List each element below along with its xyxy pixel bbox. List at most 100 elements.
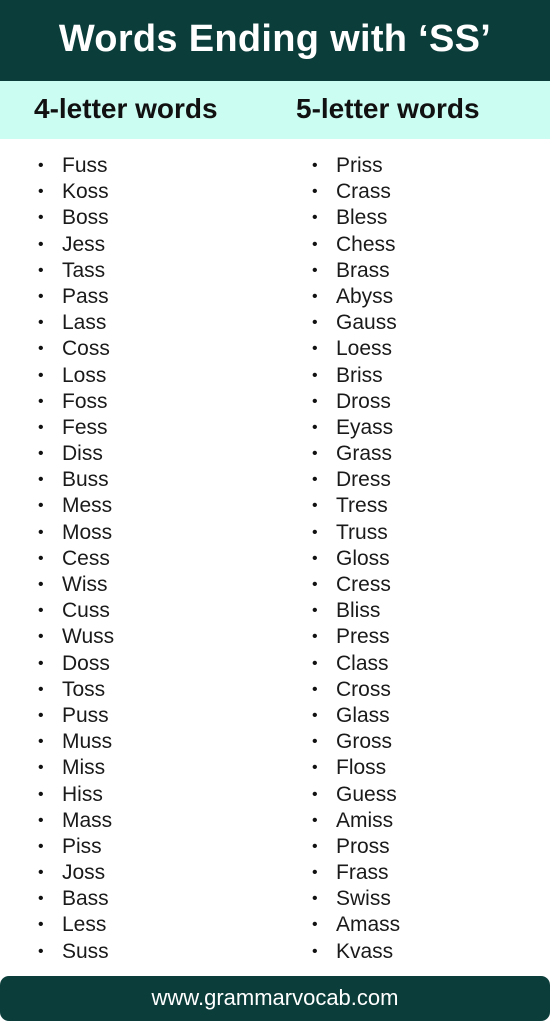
list-item: • Coss: [34, 336, 114, 362]
bullet-icon: •: [312, 497, 318, 515]
list-item: • Cress: [308, 572, 400, 598]
word-text: Guess: [336, 782, 397, 806]
bullet-icon: •: [38, 471, 44, 489]
list-item: • Piss: [34, 834, 114, 860]
title-bar: Words Ending with ‘SS’: [0, 0, 550, 81]
list-item: • Mess: [34, 493, 114, 519]
list-item: • Loss: [34, 363, 114, 389]
word-text: Koss: [62, 180, 109, 204]
bullet-icon: •: [38, 261, 44, 279]
list-item: • Priss: [308, 153, 400, 179]
bullet-icon: •: [38, 654, 44, 672]
bullet-icon: •: [312, 287, 318, 305]
word-text: Wuss: [62, 625, 115, 649]
bullet-icon: •: [312, 890, 318, 908]
list-item: • Bass: [34, 886, 114, 912]
word-text: Brass: [336, 258, 390, 282]
word-text: Amass: [336, 913, 401, 937]
list-item: • Chess: [308, 232, 400, 258]
bullet-icon: •: [38, 733, 44, 751]
bullet-icon: •: [312, 785, 318, 803]
list-item: • Eyass: [308, 415, 400, 441]
word-text: Cuss: [62, 599, 110, 623]
list-item: • Amass: [308, 912, 400, 938]
list-item: • Toss: [34, 677, 114, 703]
list-item: • Guess: [308, 782, 400, 808]
list-item: • Bless: [308, 205, 400, 231]
word-text: Press: [336, 625, 390, 649]
list-item: • Moss: [34, 520, 114, 546]
bullet-icon: •: [312, 942, 318, 960]
word-text: Mess: [62, 494, 113, 518]
list-item: • Briss: [308, 363, 400, 389]
bullet-icon: •: [312, 576, 318, 593]
bullet-icon: •: [312, 445, 318, 463]
bullet-icon: •: [38, 445, 44, 463]
bullet-icon: •: [312, 654, 318, 672]
list-item: • Fess: [34, 415, 114, 441]
list-item: • Less: [34, 912, 114, 938]
bullet-icon: •: [38, 183, 44, 201]
bullet-icon: •: [312, 602, 318, 620]
word-text: Dress: [336, 468, 391, 492]
bullet-icon: •: [38, 235, 44, 253]
list-item: • Jess: [34, 232, 114, 258]
bullet-icon: •: [38, 418, 44, 436]
list-item: • Pass: [34, 284, 114, 310]
list-item: • Glass: [308, 703, 400, 729]
bullet-icon: •: [38, 523, 44, 541]
bullet-icon: •: [312, 916, 318, 934]
list-item: • Boss: [34, 205, 114, 231]
list-item: • Puss: [34, 703, 114, 729]
list-item: • Grass: [308, 441, 400, 467]
bullet-icon: •: [312, 471, 318, 489]
bullet-icon: •: [38, 759, 44, 777]
list-item: • Loess: [308, 336, 400, 362]
list-item: • Hiss: [34, 782, 114, 808]
bullet-icon: •: [312, 628, 318, 646]
word-text: Truss: [336, 520, 388, 544]
footer-bar: www.grammarvocab.com: [0, 976, 550, 1021]
bullet-icon: •: [38, 209, 44, 227]
list-item: • Tress: [308, 493, 400, 519]
word-text: Lass: [62, 311, 107, 335]
list-item: • Pross: [308, 834, 400, 860]
word-text: Moss: [62, 520, 113, 544]
list-item: • Crass: [308, 179, 400, 205]
bullet-icon: •: [38, 287, 44, 305]
list-item: • Dross: [308, 389, 400, 415]
word-text: Loss: [62, 363, 107, 387]
bullet-icon: •: [312, 314, 318, 332]
word-text: Grass: [336, 442, 393, 466]
column-headings-bar: 4-letter words 5-letter words: [0, 81, 550, 139]
bullet-icon: •: [38, 706, 44, 724]
word-text: Pross: [336, 834, 390, 858]
four-letter-heading: 4-letter words: [34, 93, 218, 124]
website-url[interactable]: www.grammarvocab.com: [152, 985, 399, 1011]
list-item: • Kvass: [308, 939, 400, 965]
word-text: Dross: [336, 389, 391, 413]
word-text: Cress: [336, 573, 391, 596]
word-text: Cess: [62, 546, 110, 570]
bullet-icon: •: [38, 157, 44, 174]
list-item: • Koss: [34, 179, 114, 205]
word-text: Cross: [336, 677, 391, 701]
word-text: Priss: [336, 154, 383, 177]
bullet-icon: •: [38, 366, 44, 384]
five-letter-heading: 5-letter words: [296, 93, 480, 124]
list-item: • Floss: [308, 755, 400, 781]
list-item: • Cross: [308, 677, 400, 703]
word-text: Gloss: [336, 546, 390, 570]
word-text: Tress: [336, 494, 388, 518]
word-text: Toss: [62, 677, 106, 701]
list-item: • Suss: [34, 939, 114, 965]
word-text: Class: [336, 651, 389, 675]
word-text: Bliss: [336, 599, 381, 623]
bullet-icon: •: [38, 942, 44, 960]
bullet-icon: •: [38, 549, 44, 567]
list-item: • Abyss: [308, 284, 400, 310]
bullet-icon: •: [38, 811, 44, 829]
word-text: Glass: [336, 703, 390, 727]
five-letter-word-list: • Priss • Crass • Bless • Chess • Brass • Abyss • Gau…: [308, 153, 400, 965]
word-text: Bless: [336, 206, 388, 230]
